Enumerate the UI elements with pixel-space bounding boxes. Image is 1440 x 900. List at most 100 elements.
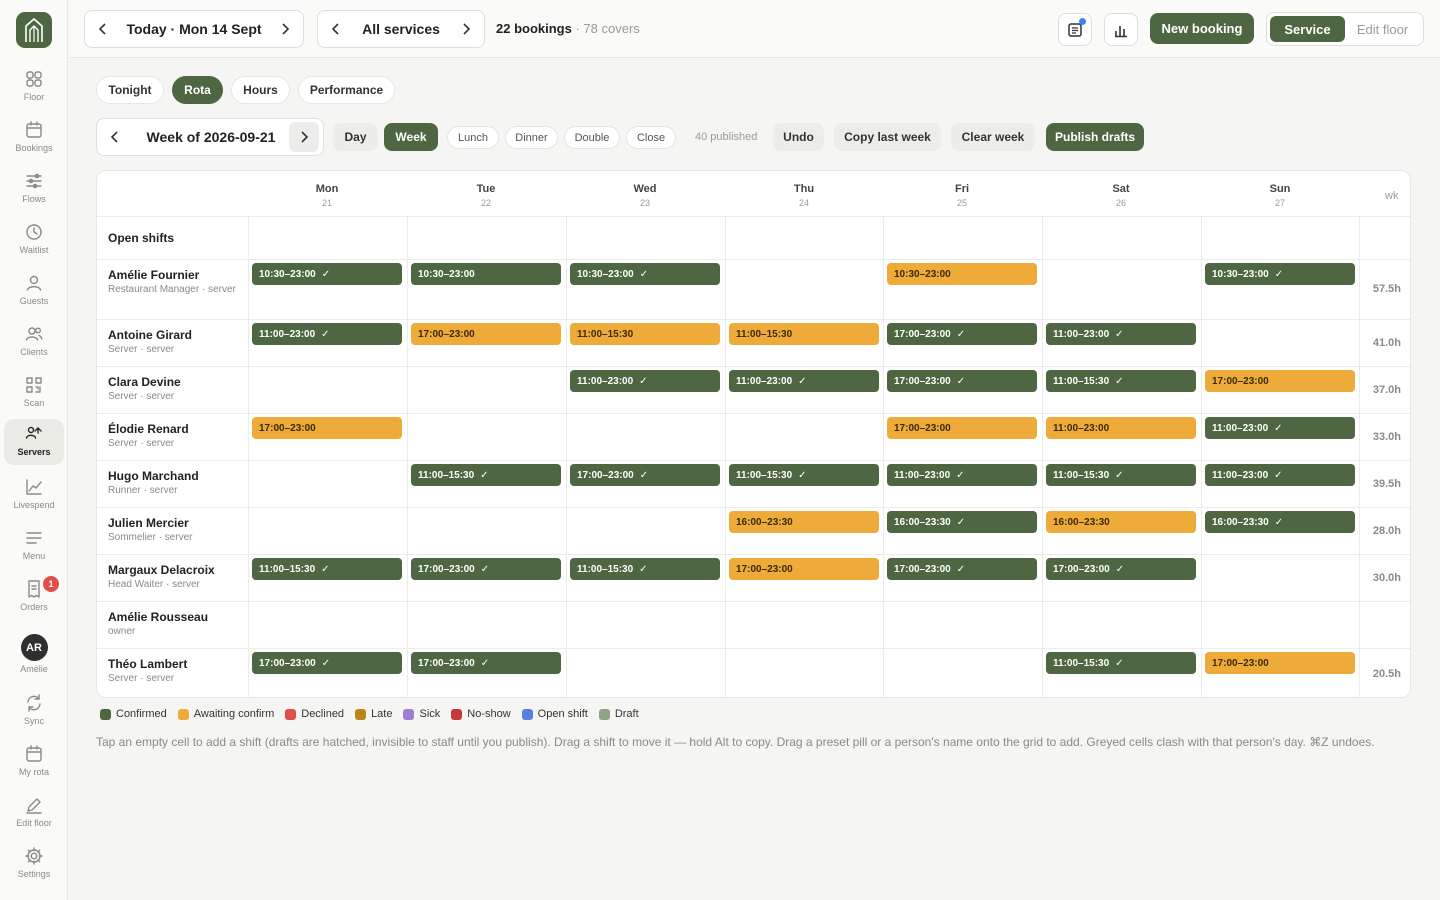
rota-cell[interactable] — [1042, 259, 1200, 319]
prev-week-button[interactable] — [97, 119, 133, 155]
shift-confirmed[interactable]: 17:00–23:00 ✓ — [887, 558, 1037, 580]
notes-button[interactable] — [1058, 13, 1092, 46]
tab-performance[interactable]: Performance — [298, 76, 395, 104]
shift-confirmed[interactable]: 17:00–23:00 ✓ — [570, 464, 720, 486]
shift-confirmed[interactable]: 10:30–23:00 ✓ — [252, 263, 402, 285]
shift-confirmed[interactable]: 11:00–15:30 ✓ — [252, 558, 402, 580]
shift-confirmed[interactable]: 17:00–23:00 ✓ — [252, 652, 402, 674]
shift-confirmed[interactable]: 11:00–23:00 ✓ — [252, 323, 402, 345]
staff-row-name[interactable]: Clara Devine Server · server — [108, 375, 248, 403]
rota-cell[interactable] — [407, 507, 565, 554]
shift-awaiting[interactable]: 17:00–23:00 — [729, 558, 879, 580]
rota-cell[interactable] — [883, 601, 1041, 648]
day-header-sun[interactable]: Sun 27 — [1201, 183, 1359, 208]
sidebar-item-edit-floor[interactable]: Edit floor — [4, 790, 64, 836]
shift-confirmed[interactable]: 11:00–15:30 ✓ — [411, 464, 561, 486]
rota-cell[interactable] — [725, 601, 883, 648]
services-label[interactable]: All services — [354, 21, 448, 37]
next-week-button[interactable] — [289, 122, 319, 152]
preset-close[interactable]: Close — [626, 126, 676, 149]
shift-confirmed[interactable]: 11:00–15:30 ✓ — [1046, 652, 1196, 674]
rota-cell[interactable] — [1042, 601, 1200, 648]
mode-edit-floor-button[interactable]: Edit floor — [1345, 16, 1420, 42]
rota-cell[interactable] — [725, 648, 883, 697]
open-shift-cell[interactable] — [725, 216, 883, 259]
sidebar-item-sync[interactable]: Sync — [4, 688, 64, 734]
staff-row-name[interactable]: Hugo Marchand Runner · server — [108, 469, 248, 497]
shift-confirmed[interactable]: 11:00–23:00 ✓ — [729, 370, 879, 392]
shift-awaiting[interactable]: 11:00–15:30 — [570, 323, 720, 345]
view-day-button[interactable]: Day — [333, 123, 378, 151]
staff-row-name[interactable]: Margaux Delacroix Head Waiter · server — [108, 563, 248, 591]
shift-confirmed[interactable]: 11:00–23:00 ✓ — [570, 370, 720, 392]
open-shift-cell[interactable] — [407, 216, 565, 259]
preset-double[interactable]: Double — [564, 126, 620, 149]
copy-last-week-button[interactable]: Copy last week — [834, 123, 941, 151]
sidebar-item-settings[interactable]: Settings — [4, 841, 64, 887]
rota-cell[interactable] — [1201, 554, 1359, 601]
rota-cell[interactable] — [566, 648, 724, 697]
shift-confirmed[interactable]: 11:00–23:00 ✓ — [887, 464, 1037, 486]
shift-awaiting[interactable]: 17:00–23:00 — [887, 417, 1037, 439]
tab-tonight[interactable]: Tonight — [96, 76, 164, 104]
clear-week-button[interactable]: Clear week — [951, 123, 1035, 151]
shift-confirmed[interactable]: 11:00–23:00 ✓ — [1205, 464, 1355, 486]
open-shift-cell[interactable] — [1201, 216, 1359, 259]
rota-cell[interactable] — [1201, 319, 1359, 366]
shift-confirmed[interactable]: 16:00–23:30 ✓ — [887, 511, 1037, 533]
rota-cell[interactable] — [248, 460, 406, 507]
shift-confirmed[interactable]: 10:30–23:00 ✓ — [1205, 263, 1355, 285]
shift-awaiting[interactable]: 16:00–23:30 — [1046, 511, 1196, 533]
sidebar-item-livespend[interactable]: Livespend — [4, 472, 64, 518]
staff-row-name[interactable]: Julien Mercier Sommelier · server — [108, 516, 248, 544]
day-header-mon[interactable]: Mon 21 — [248, 183, 406, 208]
shift-confirmed[interactable]: 11:00–15:30 ✓ — [1046, 464, 1196, 486]
shift-confirmed[interactable]: 10:30–23:00 ✓ — [570, 263, 720, 285]
open-shift-cell[interactable] — [1042, 216, 1200, 259]
shift-confirmed[interactable]: 17:00–23:00 ✓ — [411, 652, 561, 674]
staff-row-name[interactable]: Antoine Girard Server · server — [108, 328, 248, 356]
rota-cell[interactable] — [407, 601, 565, 648]
sidebar-item-clients[interactable]: Clients — [4, 319, 64, 365]
shift-awaiting[interactable]: 17:00–23:00 — [411, 323, 561, 345]
shift-confirmed[interactable]: 10:30–23:00 — [411, 263, 561, 285]
sidebar-item-orders[interactable]: Orders 1 — [4, 574, 64, 620]
rota-cell[interactable] — [407, 413, 565, 460]
day-header-tue[interactable]: Tue 22 — [407, 183, 565, 208]
sidebar-item-scan[interactable]: Scan — [4, 370, 64, 416]
day-header-wed[interactable]: Wed 23 — [566, 183, 724, 208]
staff-row-name[interactable]: Amélie Fournier Restaurant Manager · serv… — [108, 268, 248, 296]
staff-row-name[interactable]: Amélie Rousseau owner — [108, 610, 248, 638]
preset-lunch[interactable]: Lunch — [447, 126, 499, 149]
view-week-button[interactable]: Week — [384, 123, 438, 151]
staff-row-name[interactable]: Élodie Renard Server · server — [108, 422, 248, 450]
publish-drafts-button[interactable]: Publish drafts — [1046, 123, 1144, 151]
rota-cell[interactable] — [566, 507, 724, 554]
open-shift-cell[interactable] — [248, 216, 406, 259]
stats-button[interactable] — [1104, 13, 1138, 46]
open-shift-cell[interactable] — [883, 216, 1041, 259]
shift-confirmed[interactable]: 17:00–23:00 ✓ — [887, 323, 1037, 345]
shift-confirmed[interactable]: 11:00–15:30 ✓ — [570, 558, 720, 580]
shift-awaiting[interactable]: 10:30–23:00 — [887, 263, 1037, 285]
sidebar-item-bookings[interactable]: Bookings — [4, 115, 64, 161]
shift-confirmed[interactable]: 11:00–15:30 ✓ — [1046, 370, 1196, 392]
shift-confirmed[interactable]: 11:00–23:00 ✓ — [1205, 417, 1355, 439]
next-day-button[interactable] — [267, 11, 303, 47]
sidebar-item-servers[interactable]: Servers — [4, 419, 64, 465]
shift-confirmed[interactable]: 17:00–23:00 ✓ — [411, 558, 561, 580]
shift-confirmed[interactable]: 17:00–23:00 ✓ — [1046, 558, 1196, 580]
rota-cell[interactable] — [248, 601, 406, 648]
sidebar-item-my-rota[interactable]: My rota — [4, 739, 64, 785]
preset-dinner[interactable]: Dinner — [505, 126, 558, 149]
shift-awaiting[interactable]: 17:00–23:00 — [1205, 370, 1355, 392]
open-shift-cell[interactable] — [566, 216, 724, 259]
sidebar-item-floor[interactable]: Floor — [4, 64, 64, 110]
mode-service-button[interactable]: Service — [1270, 16, 1345, 42]
rota-cell[interactable] — [566, 413, 724, 460]
day-header-sat[interactable]: Sat 26 — [1042, 183, 1200, 208]
sidebar-item-am-lie[interactable]: AR Amélie — [4, 633, 64, 679]
shift-confirmed[interactable]: 17:00–23:00 ✓ — [887, 370, 1037, 392]
tab-hours[interactable]: Hours — [231, 76, 290, 104]
new-booking-button[interactable]: New booking — [1150, 13, 1254, 44]
